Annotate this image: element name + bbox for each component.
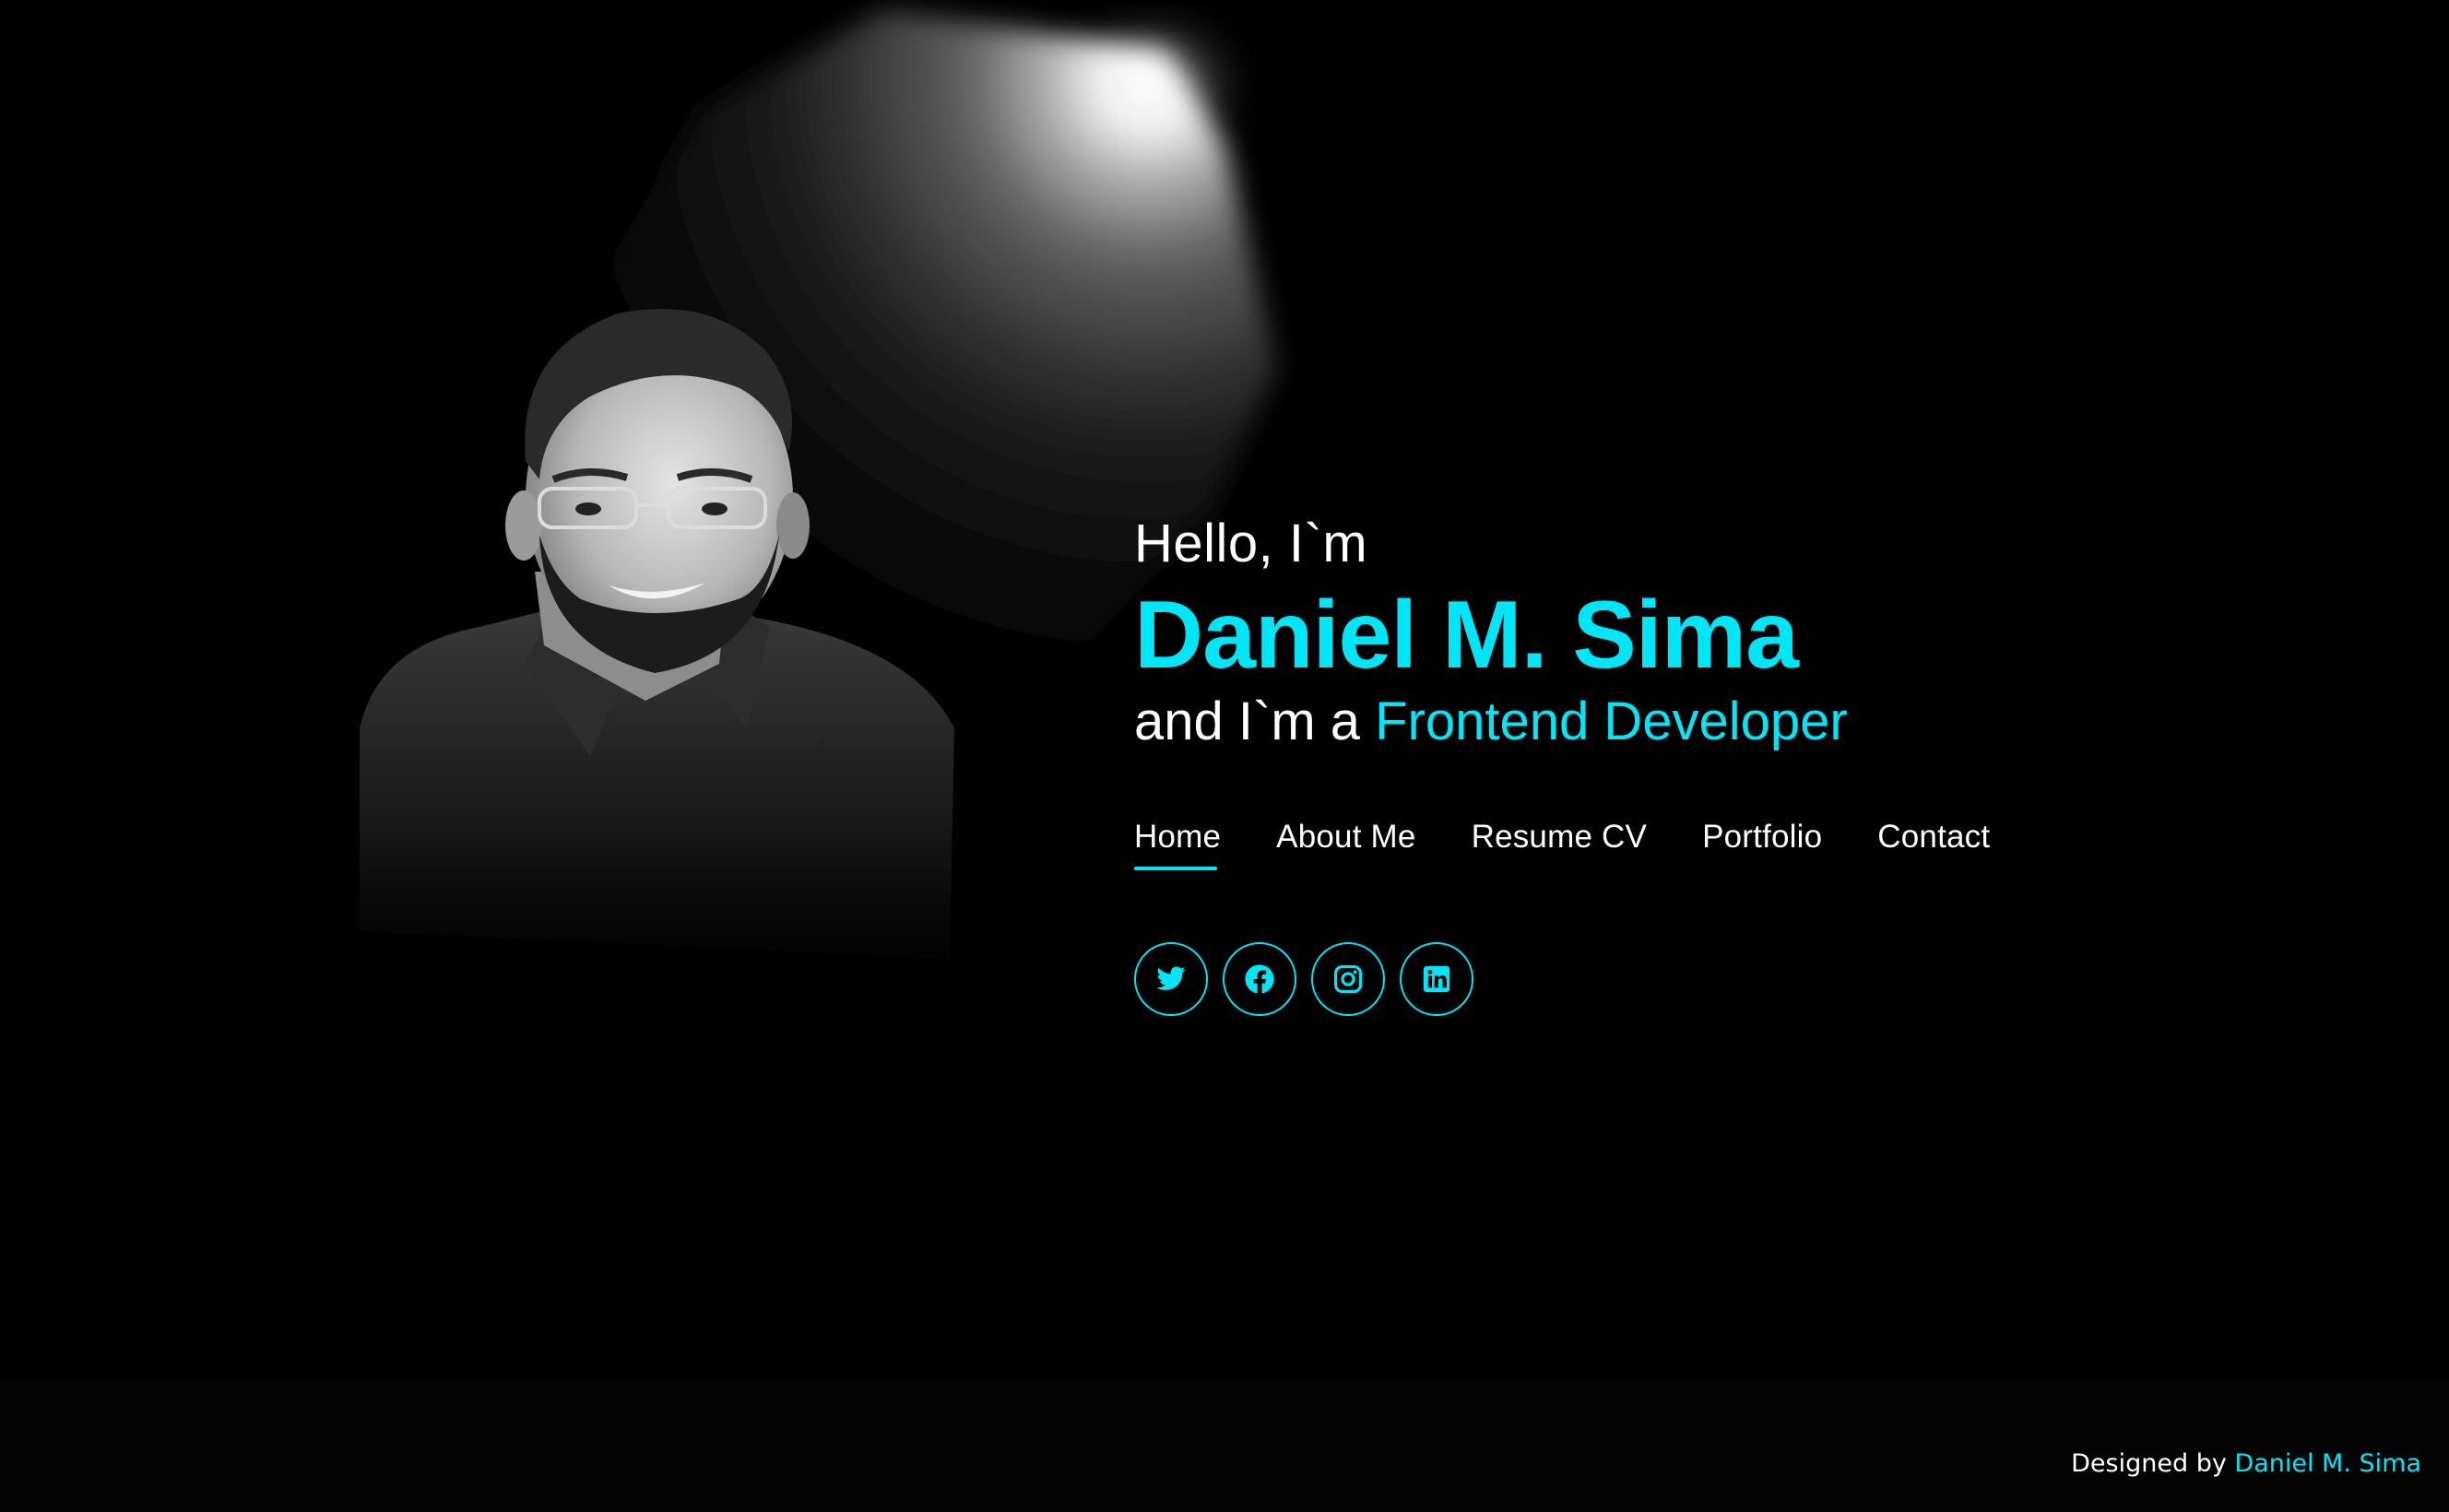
hero-page: Hello, I`m Daniel M. Sima and I`m a Fron… [0,0,2449,1512]
instagram-link[interactable] [1311,942,1385,1016]
profile-photo [341,295,987,996]
credit-author-link[interactable]: Daniel M. Sima [2234,1449,2421,1478]
facebook-link[interactable] [1223,942,1296,1016]
nav-resume-cv[interactable]: Resume CV [1472,817,1647,870]
greeting-text: Hello, I`m [1134,514,1368,573]
nav-portfolio[interactable]: Portfolio [1702,817,1822,870]
credit-prefix: Designed by [2071,1449,2235,1478]
main-nav: Home About Me Resume CV Portfolio Contac… [1134,817,2333,881]
role-title: Frontend Developer [1375,691,1848,751]
nav-home[interactable]: Home [1134,817,1221,870]
hero-content: Hello, I`m Daniel M. Sima and I`m a Fron… [1134,509,2333,1016]
social-links [1134,942,2333,1016]
linkedin-link[interactable] [1400,942,1473,1016]
hero-name: Daniel M. Sima [1134,582,1799,689]
instagram-icon [1333,964,1363,994]
role-line: and I`m a Frontend Developer [1134,690,2333,754]
nav-contact[interactable]: Contact [1877,817,1990,870]
role-prefix: and I`m a [1134,691,1376,751]
linkedin-icon [1423,965,1450,993]
facebook-icon [1245,964,1274,994]
footer [0,1378,2449,1512]
footer-credit: Designed by Daniel M. Sima [2071,1449,2421,1478]
twitter-link[interactable] [1134,942,1208,1016]
twitter-icon [1156,966,1186,990]
nav-about-me[interactable]: About Me [1276,817,1415,870]
